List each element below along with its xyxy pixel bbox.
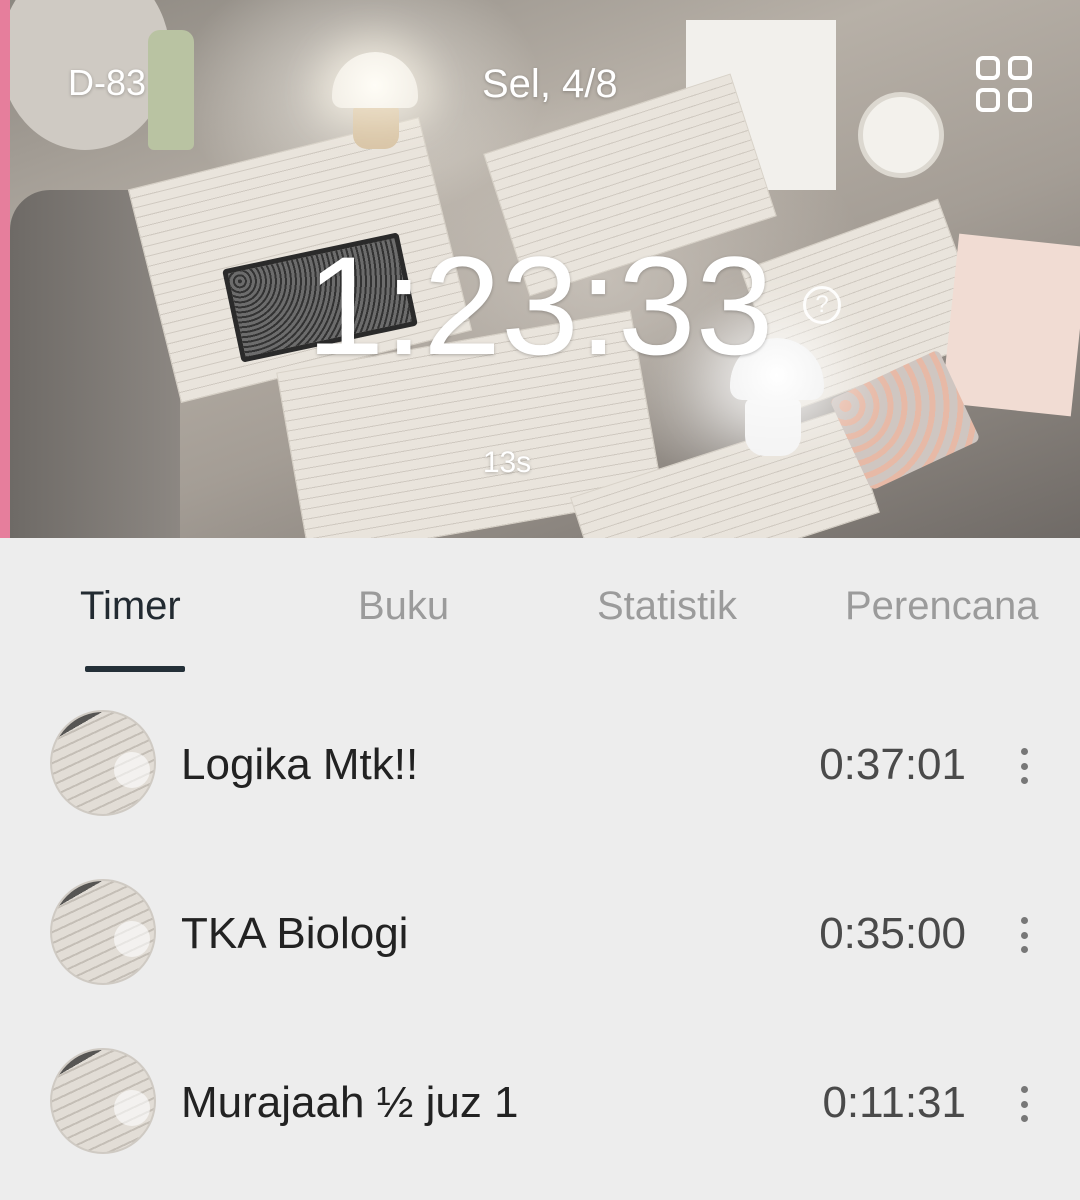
subject-name: Murajaah ½ juz 1 [181,1078,519,1127]
seconds-counter: 13s [482,446,532,479]
menu-dot [1020,1100,1028,1108]
subject-name: TKA Biologi [181,909,409,958]
grid-icon[interactable] [976,56,1032,112]
grid-cell [976,88,1000,112]
subject-thumbnail[interactable] [50,1048,156,1154]
photo-lamp-base [353,105,399,149]
subject-thumbnail[interactable] [50,710,156,816]
list-item[interactable]: Murajaah ½ juz 1 0:11:31 [0,1016,1080,1185]
subject-duration: 0:37:01 [819,740,966,789]
menu-dot [1020,931,1028,939]
more-vertical-icon[interactable] [1012,748,1036,784]
tab-buku[interactable]: Buku [358,584,449,629]
tab-perencana[interactable]: Perencana [845,584,1038,629]
more-vertical-icon[interactable] [1012,1086,1036,1122]
photo-clock [858,92,944,178]
tab-bar: Timer Buku Statistik Perencana [0,538,1080,678]
subject-duration: 0:11:31 [822,1078,966,1127]
help-circle-icon[interactable]: ? [803,286,841,324]
photo-bottle [148,30,194,150]
list-item[interactable]: TKA Biologi 0:35:00 [0,847,1080,1016]
subject-name: Logika Mtk!! [181,740,419,789]
menu-dot [1020,1086,1028,1093]
photo-lamp [332,52,418,108]
menu-dot [1020,946,1028,953]
active-tab-indicator [85,666,185,672]
menu-dot [1020,917,1028,924]
subject-list: Logika Mtk!! 0:37:01 TKA Biologi 0:35:00… [0,678,1080,1185]
subject-thumbnail[interactable] [50,879,156,985]
total-study-timer: 1:23:33 [306,227,774,384]
grid-cell [1008,88,1032,112]
more-vertical-icon[interactable] [1012,917,1036,953]
list-item[interactable]: Logika Mtk!! 0:37:01 [0,678,1080,847]
current-date: Sel, 4/8 [482,62,618,106]
tab-timer[interactable]: Timer [80,584,181,629]
grid-cell [976,56,1000,80]
subject-duration: 0:35:00 [819,909,966,958]
menu-dot [1020,748,1028,755]
grid-cell [1008,56,1032,80]
header-background-photo: D-83 Sel, 4/8 1:23:33 ? 13s [0,0,1080,538]
tab-statistik[interactable]: Statistik [597,584,737,629]
menu-dot [1020,777,1028,784]
d-day-counter[interactable]: D-83 [68,62,146,104]
menu-dot [1020,1115,1028,1122]
menu-dot [1020,762,1028,770]
